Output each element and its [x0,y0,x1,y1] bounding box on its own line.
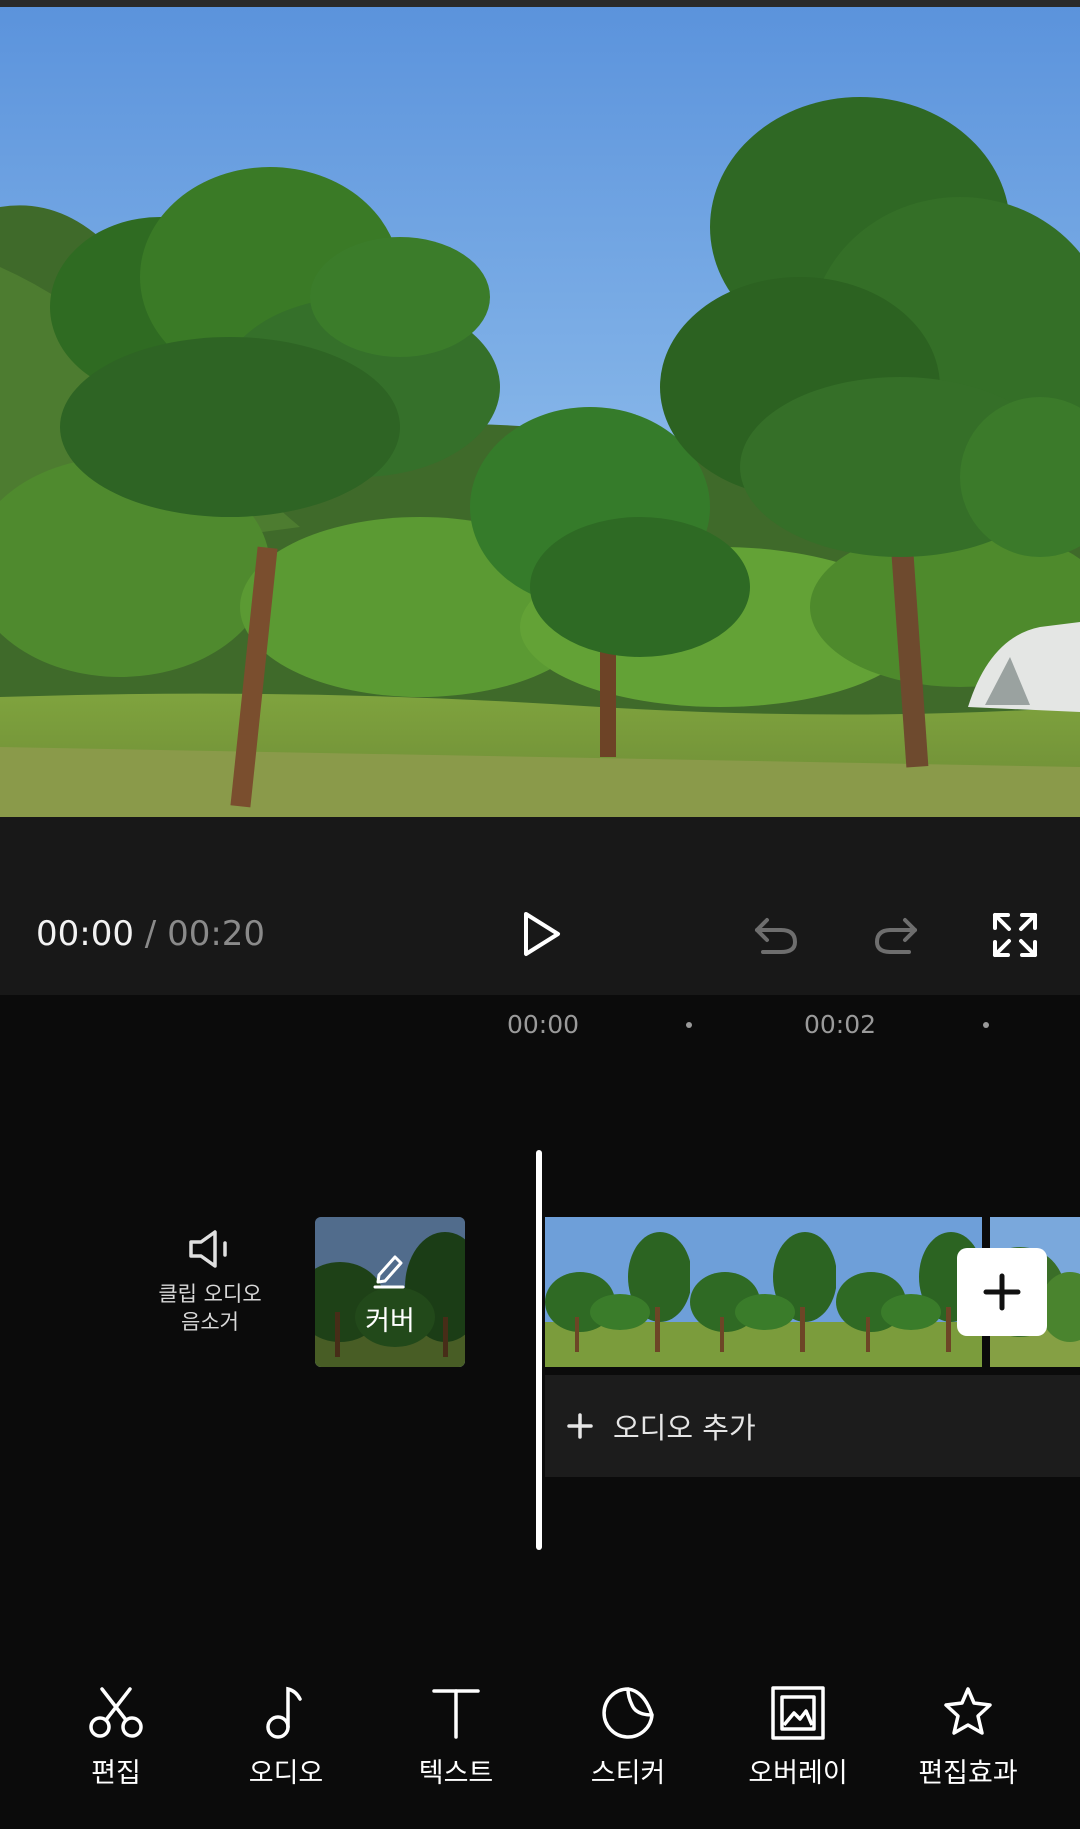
music-note-icon [266,1686,302,1739]
tool-effects[interactable]: 편집효과 [893,1685,1043,1790]
tool-text[interactable]: 텍스트 [381,1685,531,1790]
undo-icon [755,918,798,954]
add-audio-label: 오디오 추가 [613,1411,756,1445]
ruler-tick-dot [983,1022,989,1028]
fullscreen-button[interactable] [983,903,1047,967]
scissors-icon [89,1687,143,1738]
total-duration: 00:20 [167,914,266,954]
fullscreen-icon [993,913,1037,957]
tool-edit-label: 편집 [91,1758,141,1789]
tool-overlay-label: 오버레이 [748,1758,848,1789]
overlay-icon [771,1686,825,1740]
mute-label-line-1: 클립 오디오 [158,1282,262,1306]
cover-button[interactable]: 커버 [315,1217,465,1367]
effects-star-icon [944,1687,992,1735]
undo-button[interactable] [746,905,806,965]
tool-edit[interactable]: 편집 [41,1685,191,1790]
timecode: 00:00 / 00:20 [36,917,265,951]
play-button[interactable] [510,902,574,966]
tool-audio-label: 오디오 [248,1758,324,1789]
bottom-toolbar: 편집 오디오 텍스트 스티커 오버레이 편집효과 [0,1685,1080,1829]
clip-frame-thumbnail [690,1217,836,1367]
tool-text-label: 텍스트 [418,1758,494,1789]
clip-frame-thumbnail [545,1217,690,1367]
sticker-icon [602,1687,654,1739]
ruler-time-0: 00:00 [507,1010,580,1039]
current-time: 00:00 [36,914,134,954]
pencil-icon [373,1255,405,1289]
add-audio-track[interactable]: 오디오 추가 [545,1375,1080,1477]
status-strip [0,0,1080,7]
tool-sticker[interactable]: 스티커 [553,1685,703,1790]
play-icon [524,912,560,956]
mute-clip-audio-button[interactable]: 클립 오디오 음소거 [140,1228,280,1336]
ruler-time-1: 00:02 [804,1010,877,1039]
plus-icon [567,1413,593,1439]
cover-dim-overlay [315,1217,465,1367]
video-preview[interactable] [0,7,1080,817]
cover-label: 커버 [365,1306,415,1337]
tool-audio[interactable]: 오디오 [211,1685,361,1790]
tool-sticker-label: 스티커 [590,1758,666,1789]
speaker-mute-icon [189,1230,227,1268]
video-editor-screen: 00:00 / 00:20 00:00 00:02 클립 오디오 음소거 커버 … [0,0,1080,1829]
plus-icon [983,1273,1021,1311]
time-separator: / [133,914,168,954]
tool-overlay[interactable]: 오버레이 [723,1685,873,1790]
mute-label-line-2: 음소거 [181,1310,239,1334]
preview-frame-image [0,7,1080,817]
redo-icon [874,918,917,954]
ruler-tick-dot [686,1022,692,1028]
text-icon [432,1689,480,1739]
tool-effects-label: 편집효과 [918,1758,1018,1789]
add-clip-button[interactable] [957,1248,1047,1336]
redo-button[interactable] [866,905,926,965]
playback-control-bar: 00:00 / 00:20 [0,817,1080,995]
playhead[interactable] [536,1150,542,1550]
